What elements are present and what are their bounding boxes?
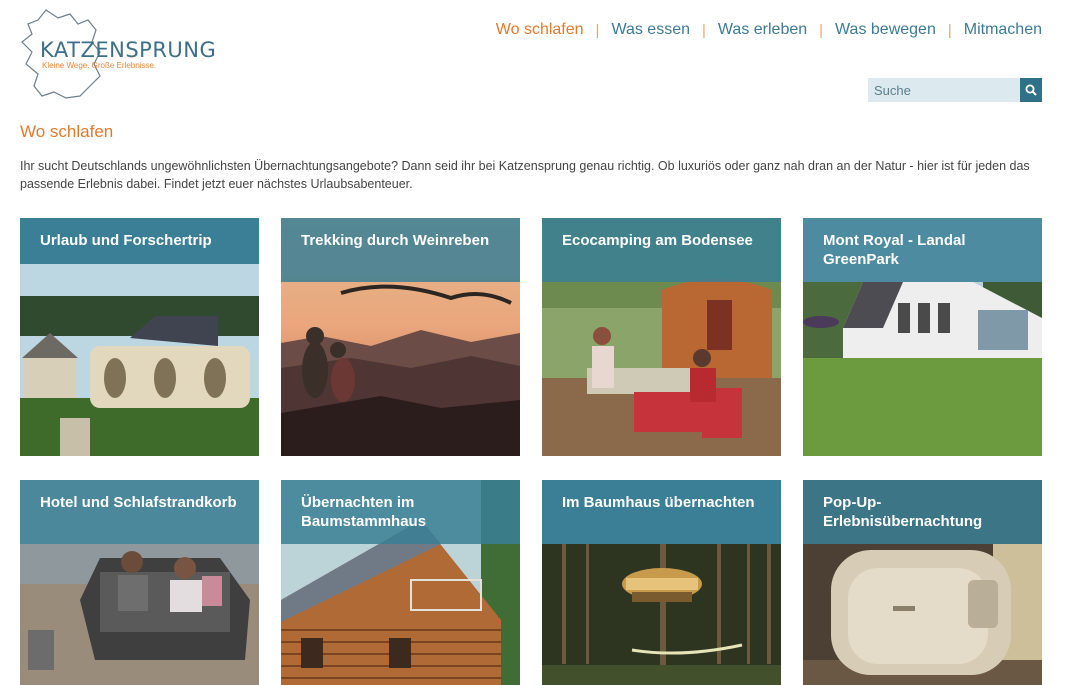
search-button[interactable]	[1020, 78, 1042, 102]
nav-item-mitmachen[interactable]: Mitmachen	[964, 21, 1042, 39]
logo-tagline: Kleine Wege. Große Erlebnisse.	[42, 61, 157, 70]
search-input[interactable]	[868, 78, 1020, 102]
card-urlaub-forschertrip[interactable]: Urlaub und Forschertrip	[20, 218, 259, 456]
nav-separator: |	[947, 21, 952, 39]
card-baumstammhaus[interactable]: Übernachten im Baumstammhaus	[281, 480, 520, 685]
nav-item-was-essen[interactable]: Was essen	[611, 21, 690, 39]
logo[interactable]: KATZENSPRUNG Kleine Wege. Große Erlebnis…	[18, 6, 216, 104]
card-title: Hotel und Schlafstrandkorb	[20, 480, 259, 544]
search-box	[868, 78, 1042, 102]
card-hotel-schlafstrandkorb[interactable]: Hotel und Schlafstrandkorb	[20, 480, 259, 685]
nav-item-was-bewegen[interactable]: Was bewegen	[835, 21, 936, 39]
card-popup-erlebnisuebernachtung[interactable]: Pop-Up-Erlebnisübernachtung	[803, 480, 1042, 685]
nav-item-was-erleben[interactable]: Was erleben	[718, 21, 807, 39]
card-title: Übernachten im Baumstammhaus	[281, 480, 520, 544]
card-title: Im Baumhaus übernachten	[542, 480, 781, 544]
nav-item-wo-schlafen[interactable]: Wo schlafen	[496, 21, 584, 39]
main-nav: Wo schlafen | Was essen | Was erleben | …	[496, 21, 1042, 39]
card-title: Urlaub und Forschertrip	[20, 218, 259, 264]
nav-separator: |	[595, 21, 600, 39]
card-title: Pop-Up-Erlebnisübernachtung	[803, 480, 1042, 544]
page-title: Wo schlafen	[20, 122, 114, 141]
card-title: Trekking durch Weinreben	[281, 218, 520, 282]
card-baumhaus[interactable]: Im Baumhaus übernachten	[542, 480, 781, 685]
card-ecocamping-bodensee[interactable]: Ecocamping am Bodensee	[542, 218, 781, 456]
intro-text: Ihr sucht Deutschlands ungewöhnlichsten …	[20, 159, 1030, 191]
card-trekking-weinreben[interactable]: Trekking durch Weinreben	[281, 218, 520, 456]
accommodation-grid: Urlaub und Forschertrip Trekking durch W…	[20, 218, 1043, 685]
search-icon	[1025, 84, 1037, 96]
card-title: Ecocamping am Bodensee	[542, 218, 781, 282]
logo-title: KATZENSPRUNG	[40, 38, 217, 62]
card-mont-royal[interactable]: Mont Royal - Landal GreenPark	[803, 218, 1042, 456]
card-title: Mont Royal - Landal GreenPark	[803, 218, 1042, 282]
nav-separator: |	[702, 21, 706, 39]
nav-separator: |	[819, 21, 824, 39]
